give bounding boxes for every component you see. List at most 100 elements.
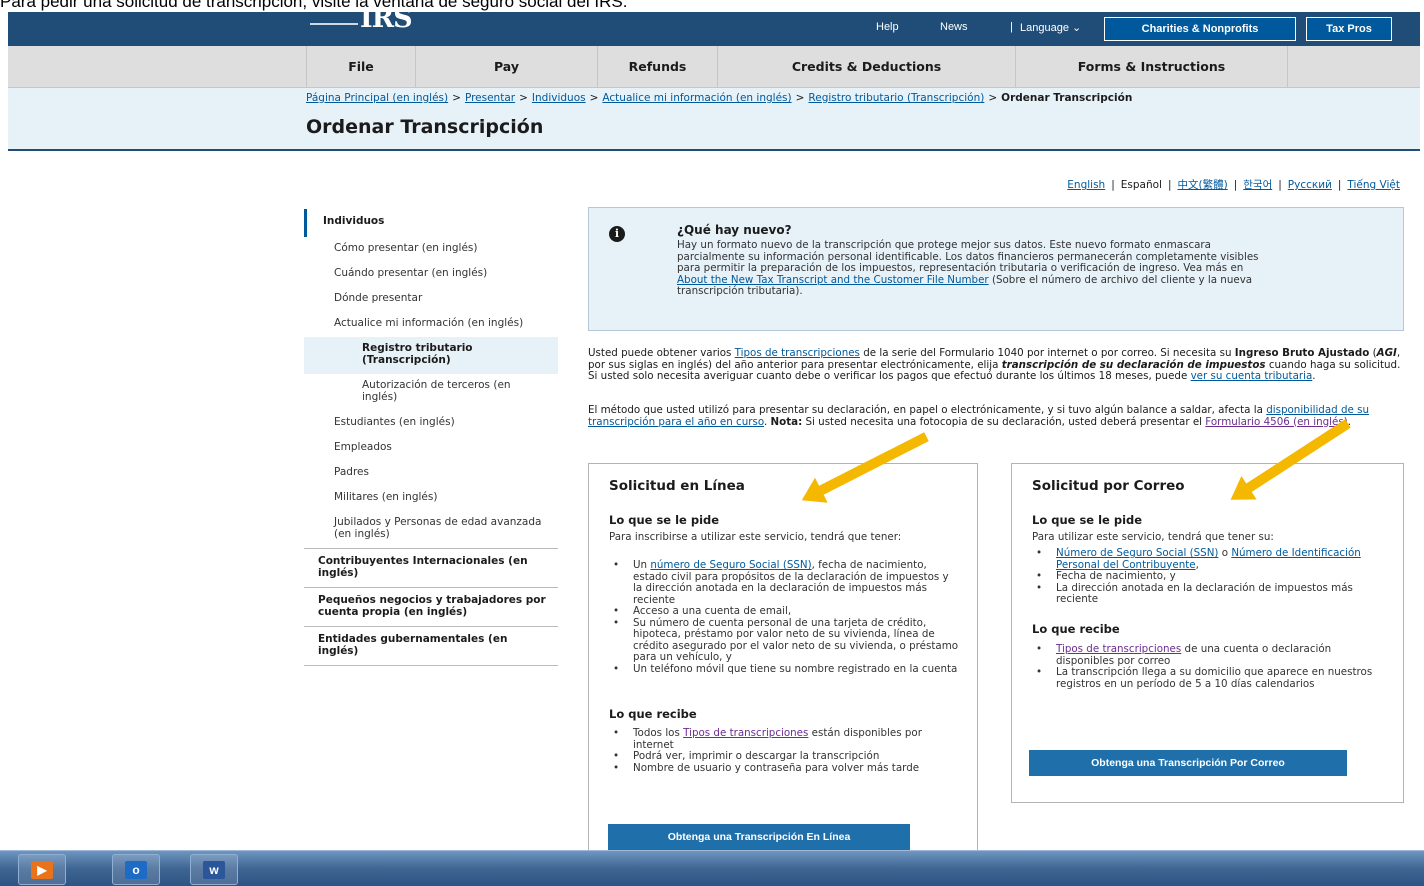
sidebar-section-international[interactable]: Contribuyentes Internacionales (en inglé… xyxy=(304,548,558,587)
main-content: i ¿Qué hay nuevo? Hay un formato nuevo d… xyxy=(588,207,1404,865)
sidebar-item-parents[interactable]: Padres xyxy=(304,461,558,486)
sidebar-item-where-to-file[interactable]: Dónde presentar xyxy=(304,287,558,312)
agi-bold-text: Ingreso Bruto Ajustado xyxy=(1234,347,1370,359)
title-bar: Página Principal (en inglés) > Presentar > I… xyxy=(8,88,1420,151)
nav-refunds[interactable]: Refunds xyxy=(598,46,718,88)
sidebar-section-small-business[interactable]: Pequeños negocios y trabajadores por cue… xyxy=(304,587,558,626)
taskbar-word[interactable]: w xyxy=(190,854,238,885)
sidebar-item-tax-record[interactable]: Registro tributario (Transcripción) xyxy=(304,337,558,374)
list-item-text: Todos los xyxy=(633,727,680,739)
get-transcript-by-mail-button[interactable]: Obtenga una Transcripción Por Correo xyxy=(1029,750,1347,776)
online-asked-heading: Lo que se le pide xyxy=(609,513,720,527)
list-item: Fecha de nacimiento, y xyxy=(1032,570,1382,583)
online-asked-intro: Para inscribirse a utilizar este servici… xyxy=(609,531,902,543)
lang-spanish: Español xyxy=(1120,179,1162,191)
online-receive-heading: Lo que recibe xyxy=(609,707,697,721)
intro-text: Si usted necesita una fotocopia de su de… xyxy=(805,415,1203,428)
list-item: Tipos de transcripciones de una cuenta o… xyxy=(1032,643,1382,667)
tax-pros-button[interactable]: Tax Pros xyxy=(1306,17,1392,41)
whats-new-alert: i ¿Qué hay nuevo? Hay un formato nuevo d… xyxy=(588,207,1404,331)
tax-return-transcript-text: transcripción de su declaración de impue… xyxy=(1001,358,1266,371)
list-item: Acceso a una cuenta de email, xyxy=(609,605,959,618)
list-item: Un teléfono móvil que tiene su nombre re… xyxy=(609,663,959,676)
list-item-text: o xyxy=(1221,547,1229,559)
sidebar-item-students[interactable]: Estudiantes (en inglés) xyxy=(304,411,558,436)
intro-paragraph-2: El método que usted utilizó para present… xyxy=(588,404,1404,428)
list-item: La transcripción llega a su domicilio qu… xyxy=(1032,666,1382,690)
sidebar-heading-individuals[interactable]: Individuos xyxy=(304,209,558,237)
lang-russian[interactable]: Русский xyxy=(1288,179,1332,191)
new-transcript-link[interactable]: About the New Tax Transcript and the Cus… xyxy=(677,274,989,286)
eagle-icon xyxy=(310,7,358,25)
breadcrumb-update-info[interactable]: Actualice mi información (en inglés) xyxy=(602,92,791,104)
intro-text: de la serie del Formulario 1040 por inte… xyxy=(863,347,1232,359)
taskbar-media-player[interactable]: ▶ xyxy=(18,854,66,885)
agi-abbrev: AGI xyxy=(1376,347,1397,359)
nav-forms-instructions[interactable]: Forms & Instructions xyxy=(1016,46,1288,88)
irs-logo[interactable]: IRS xyxy=(310,3,413,34)
sidebar: Individuos Cómo presentar (en inglés) Cu… xyxy=(304,209,558,666)
list-item: La dirección anotada en la declaración d… xyxy=(1032,582,1382,606)
sidebar-item-how-to-file[interactable]: Cómo presentar (en inglés) xyxy=(304,237,558,262)
sidebar-item-third-party[interactable]: Autorización de terceros (en inglés) xyxy=(304,374,558,411)
word-icon: w xyxy=(203,861,225,879)
intro-text: . xyxy=(763,415,768,428)
lang-korean[interactable]: 한국어 xyxy=(1243,179,1272,191)
breadcrumb-individuals[interactable]: Individuos xyxy=(532,92,586,104)
ssn-link[interactable]: Número de Seguro Social (SSN) xyxy=(1056,547,1218,559)
breadcrumb-file[interactable]: Presentar xyxy=(465,92,515,104)
breadcrumb: Página Principal (en inglés) > Presentar > I… xyxy=(306,92,1132,104)
language-selector: English | Español | 中文(繁體) | 한국어 | Русский | Tiếng… xyxy=(1067,177,1400,192)
util-separator: | xyxy=(1010,21,1013,33)
online-receive-list: Todos los Tipos de transcripciones están… xyxy=(609,727,959,774)
main-nav: File Pay Refunds Credits & Deductions Fo… xyxy=(8,46,1420,88)
lang-chinese[interactable]: 中文(繁體) xyxy=(1178,179,1228,191)
form-4506-link[interactable]: Formulario 4506 (en inglés) xyxy=(1205,416,1347,428)
charities-nonprofits-button[interactable]: Charities & Nonprofits xyxy=(1104,17,1296,41)
outlook-icon: o xyxy=(125,861,147,879)
lang-separator: | xyxy=(1111,179,1115,191)
lang-vietnamese[interactable]: Tiếng Việt xyxy=(1347,179,1400,191)
intro-text: . xyxy=(1312,370,1316,382)
language-dropdown[interactable]: Language ⌄ xyxy=(1020,21,1081,34)
breadcrumb-tax-record[interactable]: Registro tributario (Transcripción) xyxy=(808,92,984,104)
transcript-types-link[interactable]: Tipos de transcripciones xyxy=(735,347,860,359)
list-item: Su número de cuenta personal de una tarj… xyxy=(609,617,959,664)
news-link[interactable]: News xyxy=(940,21,968,33)
mail-card-title: Solicitud por Correo xyxy=(1032,478,1185,494)
lang-separator: | xyxy=(1278,179,1282,191)
sidebar-item-when-to-file[interactable]: Cuándo presentar (en inglés) xyxy=(304,262,558,287)
online-card-title: Solicitud en Línea xyxy=(609,478,745,494)
note-label: Nota: xyxy=(770,415,803,428)
breadcrumb-home[interactable]: Página Principal (en inglés) xyxy=(306,92,448,104)
intro-text: El método que usted utilizó para present… xyxy=(588,404,1263,416)
sidebar-item-employees[interactable]: Empleados xyxy=(304,436,558,461)
nav-file[interactable]: File xyxy=(306,46,416,88)
mail-asked-heading: Lo que se le pide xyxy=(1032,513,1143,527)
sidebar-section-government[interactable]: Entidades gubernamentales (en inglés) xyxy=(304,626,558,666)
info-icon: i xyxy=(609,226,625,242)
breadcrumb-separator: > xyxy=(452,92,461,104)
list-item-text: Un xyxy=(633,559,648,571)
windows-taskbar: ▶ o w xyxy=(0,850,1424,886)
list-item: Podrá ver, imprimir o descargar la trans… xyxy=(609,750,959,763)
mail-requirements-list: Número de Seguro Social (SSN) o Número d… xyxy=(1032,547,1382,606)
lang-separator: | xyxy=(1337,179,1342,191)
lang-english[interactable]: English xyxy=(1067,179,1105,191)
sidebar-item-update-info[interactable]: Actualice mi información (en inglés) xyxy=(304,312,558,337)
alert-body-text: Hay un formato nuevo de la transcripción… xyxy=(677,239,1259,274)
media-player-icon: ▶ xyxy=(31,861,53,879)
sidebar-item-military[interactable]: Militares (en inglés) xyxy=(304,486,558,511)
nav-pay[interactable]: Pay xyxy=(416,46,598,88)
mail-receive-heading: Lo que recibe xyxy=(1032,622,1120,636)
sidebar-item-seniors[interactable]: Jubilados y Personas de edad avanzada (e… xyxy=(304,511,558,548)
transcript-types-link[interactable]: Tipos de transcripciones xyxy=(683,727,808,739)
get-transcript-online-button[interactable]: Obtenga una Transcripción En Línea xyxy=(608,824,910,850)
list-item-text: , xyxy=(1195,558,1199,571)
transcript-types-link[interactable]: Tipos de transcripciones xyxy=(1056,643,1181,655)
view-tax-account-link[interactable]: ver su cuenta tributaria xyxy=(1191,370,1313,382)
nav-credits-deductions[interactable]: Credits & Deductions xyxy=(718,46,1016,88)
taskbar-outlook[interactable]: o xyxy=(112,854,160,885)
ssn-link[interactable]: número de Seguro Social (SSN) xyxy=(650,559,811,571)
help-link[interactable]: Help xyxy=(876,21,899,33)
